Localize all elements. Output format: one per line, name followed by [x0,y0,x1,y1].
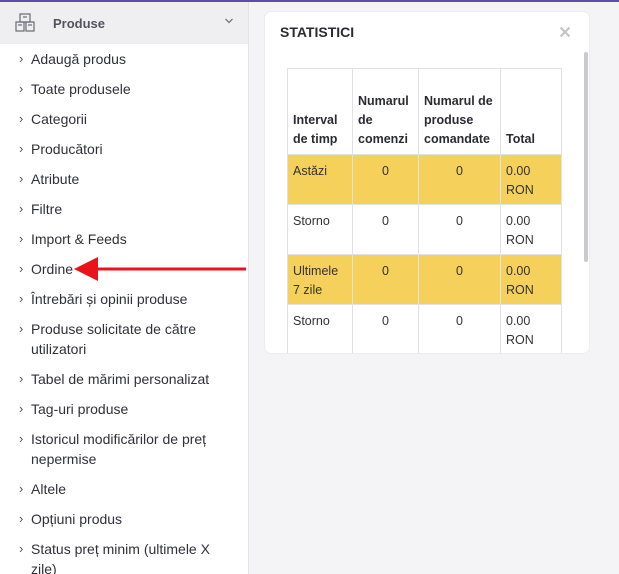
sidebar-item-label: Status preț minim (ultimele X zile) [31,541,210,574]
cell-total: 0.00 RON [500,254,562,305]
sidebar-item-label: Atribute [31,171,80,187]
sidebar-item-atribute[interactable]: › Atribute [0,164,248,194]
sidebar-item-producatori[interactable]: › Producători [0,134,248,164]
red-arrow-annotation [74,257,246,281]
sidebar: Produse › Adaugă produs › Toate produsele … [0,2,249,574]
sidebar-item-label: Istoricul modificărilor de preț nepermis… [31,431,207,467]
chevron-right-icon: › [19,321,24,336]
column-header-total: Total [500,68,562,155]
sidebar-item-label: Import & Feeds [31,231,127,247]
sidebar-item-istoric-pret[interactable]: › Istoricul modificărilor de preț nepermi… [0,424,248,474]
column-header-orders: Numarul de comenzi [352,68,419,155]
cell-orders: 0 [352,154,419,205]
sidebar-item-toate-produsele[interactable]: › Toate produsele [0,74,248,104]
table-row: Storno 0 0 0.00 RON [287,304,562,353]
column-header-interval: Interval de timp [287,68,353,155]
boxes-icon [15,13,35,32]
sidebar-item-altele[interactable]: › Altele [0,474,248,504]
sidebar-section-produse[interactable]: Produse [0,2,248,44]
chevron-right-icon: › [19,171,24,186]
chevron-down-icon[interactable] [224,16,234,26]
card-scrollbar[interactable] [584,52,588,262]
sidebar-item-optiuni-produs[interactable]: › Opțiuni produs [0,504,248,534]
sidebar-item-label: Ordine [31,261,74,277]
sidebar-item-label: Producători [31,141,103,157]
table-header-row: Interval de timp Numarul de comenzi Numa… [287,68,562,155]
close-icon[interactable] [559,26,571,38]
cell-total: 0.00 RON [500,204,562,255]
cell-orders: 0 [352,254,419,305]
table-row: Ultimele 7 zile 0 0 0.00 RON [287,254,562,305]
chevron-right-icon: › [19,261,24,276]
cell-products: 0 [418,204,501,255]
sidebar-item-label: Tabel de mărimi personalizat [31,371,210,387]
chevron-right-icon: › [19,371,24,386]
chevron-right-icon: › [19,291,24,306]
sidebar-item-tabel-marimi[interactable]: › Tabel de mărimi personalizat [0,364,248,394]
table-row: Astăzi 0 0 0.00 RON [287,154,562,205]
cell-products: 0 [418,304,501,353]
sidebar-item-produse-solicitate[interactable]: › Produse solicitate de către utilizatori [0,314,248,364]
sidebar-item-intrebari-opinii[interactable]: › Întrebări și opinii produse [0,284,248,314]
chevron-right-icon: › [19,401,24,416]
cell-products: 0 [418,254,501,305]
cell-orders: 0 [352,204,419,255]
chevron-right-icon: › [19,511,24,526]
cell-products: 0 [418,154,501,205]
chevron-right-icon: › [19,481,24,496]
cell-interval: Astăzi [287,154,353,205]
chevron-right-icon: › [19,201,24,216]
chevron-right-icon: › [19,51,24,66]
sidebar-item-label: Filtre [31,201,63,217]
cell-interval: Ultimele 7 zile [287,254,353,305]
chevron-right-icon: › [19,141,24,156]
card-title: STATISTICI [280,24,355,40]
chevron-right-icon: › [19,111,24,126]
sidebar-item-adauga-produs[interactable]: › Adaugă produs [0,44,248,74]
sidebar-section-title: Produse [53,15,106,31]
sidebar-item-tag-uri[interactable]: › Tag-uri produse [0,394,248,424]
cell-total: 0.00 RON [500,304,562,353]
sidebar-item-status-pret-minim[interactable]: › Status preț minim (ultimele X zile) [0,534,248,574]
chevron-right-icon: › [19,431,24,446]
statistics-card: STATISTICI Interval de timp Numarul de c… [265,12,589,353]
stats-table: Interval de timp Numarul de comenzi Numa… [287,68,562,353]
table-row: Storno 0 0 0.00 RON [287,204,562,255]
sidebar-item-label: Tag-uri produse [31,401,129,417]
sidebar-menu: › Adaugă produs › Toate produsele › Categor… [0,44,248,574]
chevron-right-icon: › [19,231,24,246]
sidebar-item-label: Întrebări și opinii produse [31,291,188,307]
chevron-right-icon: › [19,81,24,96]
cell-interval: Storno [287,304,353,353]
sidebar-item-label: Produse solicitate de către utilizatori [31,321,196,357]
chevron-right-icon: › [19,541,24,556]
cell-total: 0.00 RON [500,154,562,205]
sidebar-item-label: Adaugă produs [31,51,126,67]
cell-interval: Storno [287,204,353,255]
sidebar-item-label: Toate produsele [31,81,131,97]
sidebar-item-label: Categorii [31,111,88,127]
stats-table-wrapper[interactable]: Interval de timp Numarul de comenzi Numa… [287,68,563,353]
cell-orders: 0 [352,304,419,353]
sidebar-item-filtre[interactable]: › Filtre [0,194,248,224]
sidebar-item-import-feeds[interactable]: › Import & Feeds [0,224,248,254]
sidebar-item-label: Altele [31,481,67,497]
sidebar-item-categorii[interactable]: › Categorii [0,104,248,134]
sidebar-item-label: Opțiuni produs [31,511,123,527]
column-header-products: Numarul de produse comandate [418,68,501,155]
